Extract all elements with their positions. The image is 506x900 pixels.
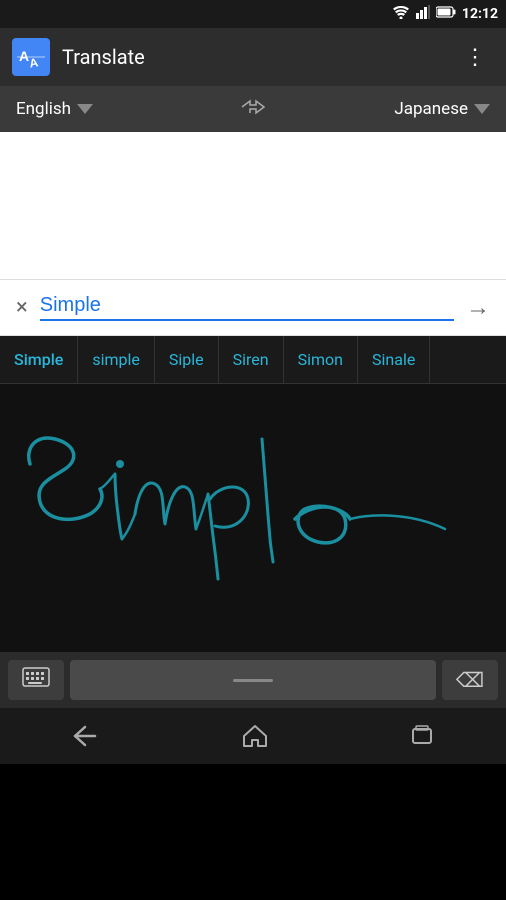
signal-icon — [416, 5, 430, 23]
suggestions-bar: Simple simple Siple Siren Simon Sinale — [0, 336, 506, 384]
app-title: Translate — [62, 45, 444, 69]
suggestion-0[interactable]: Simple — [0, 336, 78, 383]
language-bar: English Japanese — [0, 86, 506, 132]
input-area: × → — [0, 280, 506, 336]
back-button[interactable] — [51, 717, 119, 755]
keyboard-toggle-button[interactable] — [8, 660, 64, 700]
status-bar: 12:12 — [0, 0, 506, 28]
handwriting-canvas[interactable] — [0, 384, 506, 652]
target-language-label: Japanese — [394, 99, 468, 119]
backspace-icon: ⌫ — [456, 668, 484, 692]
overflow-menu-icon[interactable]: ⋮ — [456, 41, 494, 74]
wifi-icon — [392, 5, 410, 23]
suggestion-1[interactable]: simple — [78, 336, 155, 383]
clear-input-button[interactable]: × — [12, 291, 32, 324]
backspace-button[interactable]: ⌫ — [442, 660, 498, 700]
submit-translation-button[interactable]: → — [462, 289, 494, 326]
home-button[interactable] — [222, 716, 288, 756]
spacebar-line — [233, 679, 273, 682]
target-language-button[interactable]: Japanese — [276, 99, 498, 119]
suggestion-4[interactable]: Simon — [284, 336, 358, 383]
spacebar-button[interactable] — [70, 660, 436, 700]
target-lang-arrow-icon — [474, 104, 490, 114]
translation-area[interactable] — [0, 132, 506, 280]
keyboard-bar: ⌫ — [0, 652, 506, 708]
suggestion-2[interactable]: Siple — [155, 336, 219, 383]
app-bar: A A Translate ⋮ — [0, 28, 506, 86]
handwriting-svg — [0, 384, 506, 652]
battery-icon — [436, 6, 456, 22]
source-language-label: English — [16, 99, 71, 119]
suggestion-5[interactable]: Sinale — [358, 336, 430, 383]
suggestion-3[interactable]: Siren — [219, 336, 284, 383]
nav-bar — [0, 708, 506, 764]
keyboard-icon — [22, 667, 50, 693]
app-icon: A A — [12, 38, 50, 76]
source-language-button[interactable]: English — [8, 99, 230, 119]
swap-languages-button[interactable] — [230, 97, 276, 122]
recents-button[interactable] — [391, 717, 455, 755]
source-lang-arrow-icon — [77, 104, 93, 114]
time-display: 12:12 — [462, 6, 498, 22]
text-input[interactable] — [40, 294, 454, 321]
